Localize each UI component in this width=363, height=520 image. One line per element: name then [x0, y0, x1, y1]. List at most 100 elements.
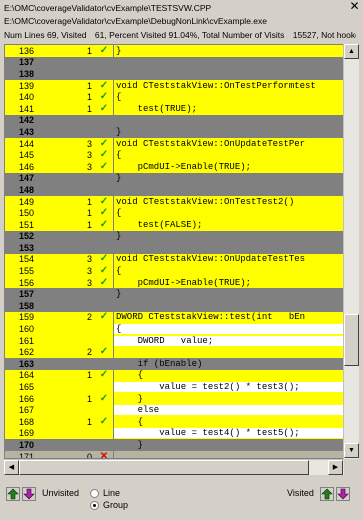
prev-unvisited-icon[interactable] — [6, 487, 20, 501]
visit-count: 2 — [86, 312, 92, 323]
line-number: 146 — [18, 161, 34, 172]
line-number: 143 — [18, 126, 34, 137]
coverage-row[interactable]: 160 { — [5, 323, 343, 335]
next-unvisited-icon[interactable] — [22, 487, 36, 501]
coverage-row[interactable]: 154 3 ✓ void CTeststakView::OnUpdateTestTes — [5, 253, 343, 266]
coverage-row[interactable]: 139 1 ✓ void CTeststakView::OnTestPerformte… — [5, 79, 343, 92]
visit-count: 3 — [86, 161, 92, 172]
coverage-row[interactable]: 153 — [5, 242, 343, 254]
visit-count: 1 — [86, 45, 92, 56]
coverage-row[interactable]: 143} — [5, 126, 343, 138]
coverage-row[interactable]: 158 — [5, 300, 343, 312]
coverage-row[interactable]: 170 } — [5, 439, 343, 451]
line-number: 168 — [18, 416, 34, 427]
coverage-row[interactable]: 148 — [5, 184, 343, 196]
horizontal-scroll-thumb[interactable] — [19, 460, 309, 475]
source-code-line: } — [116, 126, 122, 137]
check-icon: ✓ — [99, 79, 109, 91]
visit-count: 3 — [86, 277, 92, 288]
coverage-row[interactable]: 152} — [5, 230, 343, 243]
coverage-row[interactable]: 156 3 ✓ pCmdUI->Enable(TRUE); — [5, 276, 343, 289]
line-number: 139 — [18, 80, 34, 91]
coverage-row[interactable]: 163 if (bEnable) — [5, 358, 343, 370]
vertical-scrollbar[interactable]: ▲ ▼ — [343, 44, 359, 459]
source-code-line: if (bEnable) — [116, 358, 203, 369]
coverage-row[interactable]: 167 else — [5, 404, 343, 416]
line-number: 160 — [18, 324, 34, 335]
line-number: 164 — [18, 370, 34, 381]
radio-line[interactable] — [90, 489, 99, 498]
coverage-row[interactable]: 150 1 ✓ { — [5, 207, 343, 219]
coverage-row[interactable]: 168 1 ✓ { — [5, 416, 343, 428]
coverage-row[interactable]: 136 1 ✓} — [5, 45, 343, 57]
check-icon: ✓ — [99, 265, 109, 277]
prev-visited-icon[interactable] — [320, 487, 334, 501]
line-number: 156 — [18, 277, 34, 288]
coverage-row[interactable]: 138 — [5, 68, 343, 80]
line-number: 140 — [18, 92, 34, 103]
line-number: 154 — [18, 254, 34, 265]
source-code-line: pCmdUI->Enable(TRUE); — [116, 277, 252, 288]
source-code-line: test(TRUE); — [116, 103, 198, 114]
source-code-line: } — [116, 439, 144, 450]
column-divider — [113, 114, 114, 127]
coverage-row[interactable]: 151 1 ✓ test(FALSE); — [5, 218, 343, 231]
check-icon: ✓ — [99, 392, 109, 404]
column-divider — [113, 346, 114, 359]
coverage-row[interactable]: 171 0 ✕ — [5, 450, 343, 459]
coverage-line-list[interactable]: 136 1 ✓} 137 138 139 1 ✓ void CTeststakView::OnT… — [4, 44, 344, 459]
line-number: 152 — [18, 231, 34, 242]
line-number: 149 — [18, 196, 34, 207]
line-number: 141 — [18, 103, 34, 114]
close-icon[interactable]: ✕ — [348, 0, 361, 13]
coverage-row[interactable]: 149 1 ✓ void CTeststakView::OnTestTest2() — [5, 195, 343, 208]
unvisited-label: Unvisited — [42, 488, 80, 498]
next-visited-icon[interactable] — [336, 487, 350, 501]
coverage-row[interactable]: 140 1 ✓ { — [5, 91, 343, 103]
line-number: 142 — [18, 115, 34, 126]
visit-count: 0 — [86, 451, 92, 459]
coverage-row[interactable]: 157} — [5, 288, 343, 301]
coverage-row[interactable]: 169 value = test4() * test5(); — [5, 427, 343, 440]
visit-count: 1 — [86, 196, 92, 207]
check-icon: ✓ — [99, 218, 109, 230]
radio-group[interactable] — [90, 501, 99, 510]
coverage-row[interactable]: 145 3 ✓ { — [5, 149, 343, 161]
coverage-row[interactable]: 164 1 ✓ { — [5, 369, 343, 382]
coverage-row[interactable]: 144 3 ✓ void CTeststakView::OnUpdateTestPer — [5, 137, 343, 150]
scroll-down-button[interactable]: ▼ — [344, 443, 359, 458]
source-code-line: { — [116, 266, 122, 277]
coverage-row[interactable]: 142 — [5, 114, 343, 127]
scroll-left-button[interactable]: ◀ — [4, 460, 19, 475]
source-file-path: E:\OMC\coverageValidator\cvExample\TESTS… — [4, 3, 212, 13]
coverage-stats: Num Lines 69, Visited 61, Percent Visite… — [4, 30, 356, 41]
coverage-row[interactable]: 155 3 ✓ { — [5, 265, 343, 277]
source-code-line: void CTeststakView::OnTestPerformtest — [116, 80, 316, 91]
check-icon: ✓ — [99, 311, 109, 323]
coverage-row[interactable]: 162 2 ✓ — [5, 346, 343, 359]
coverage-row[interactable]: 141 1 ✓ test(TRUE); — [5, 102, 343, 115]
stats-num-lines: Num Lines 69, Visited — [4, 30, 87, 40]
source-code-line: void CTeststakView::OnTestTest2() — [116, 196, 295, 207]
coverage-row[interactable]: 137 — [5, 56, 343, 69]
line-number: 171 — [18, 451, 34, 459]
coverage-row[interactable]: 165 value = test2() * test3(); — [5, 381, 343, 393]
visit-count: 3 — [86, 254, 92, 265]
column-divider — [113, 184, 114, 196]
scroll-thumb[interactable] — [344, 314, 359, 366]
scroll-up-button[interactable]: ▲ — [344, 44, 359, 59]
visit-count: 1 — [86, 92, 92, 103]
scroll-right-button[interactable]: ▶ — [328, 460, 343, 475]
line-number: 153 — [18, 242, 34, 253]
coverage-row[interactable]: 159 2 ✓ DWORD CTeststakView::test(int bEn — [5, 311, 343, 324]
visit-count: 3 — [86, 150, 92, 161]
coverage-row[interactable]: 161 DWORD value; — [5, 334, 343, 347]
source-code-line: { — [116, 208, 122, 219]
horizontal-scrollbar[interactable]: ◀ ▶ — [4, 459, 344, 475]
check-icon: ✓ — [99, 207, 109, 219]
coverage-row[interactable]: 146 3 ✓ pCmdUI->Enable(TRUE); — [5, 160, 343, 173]
coverage-row[interactable]: 166 1 ✓ } — [5, 392, 343, 405]
coverage-row[interactable]: 147} — [5, 172, 343, 185]
line-number: 165 — [18, 382, 34, 393]
source-code-line: } — [116, 231, 122, 242]
